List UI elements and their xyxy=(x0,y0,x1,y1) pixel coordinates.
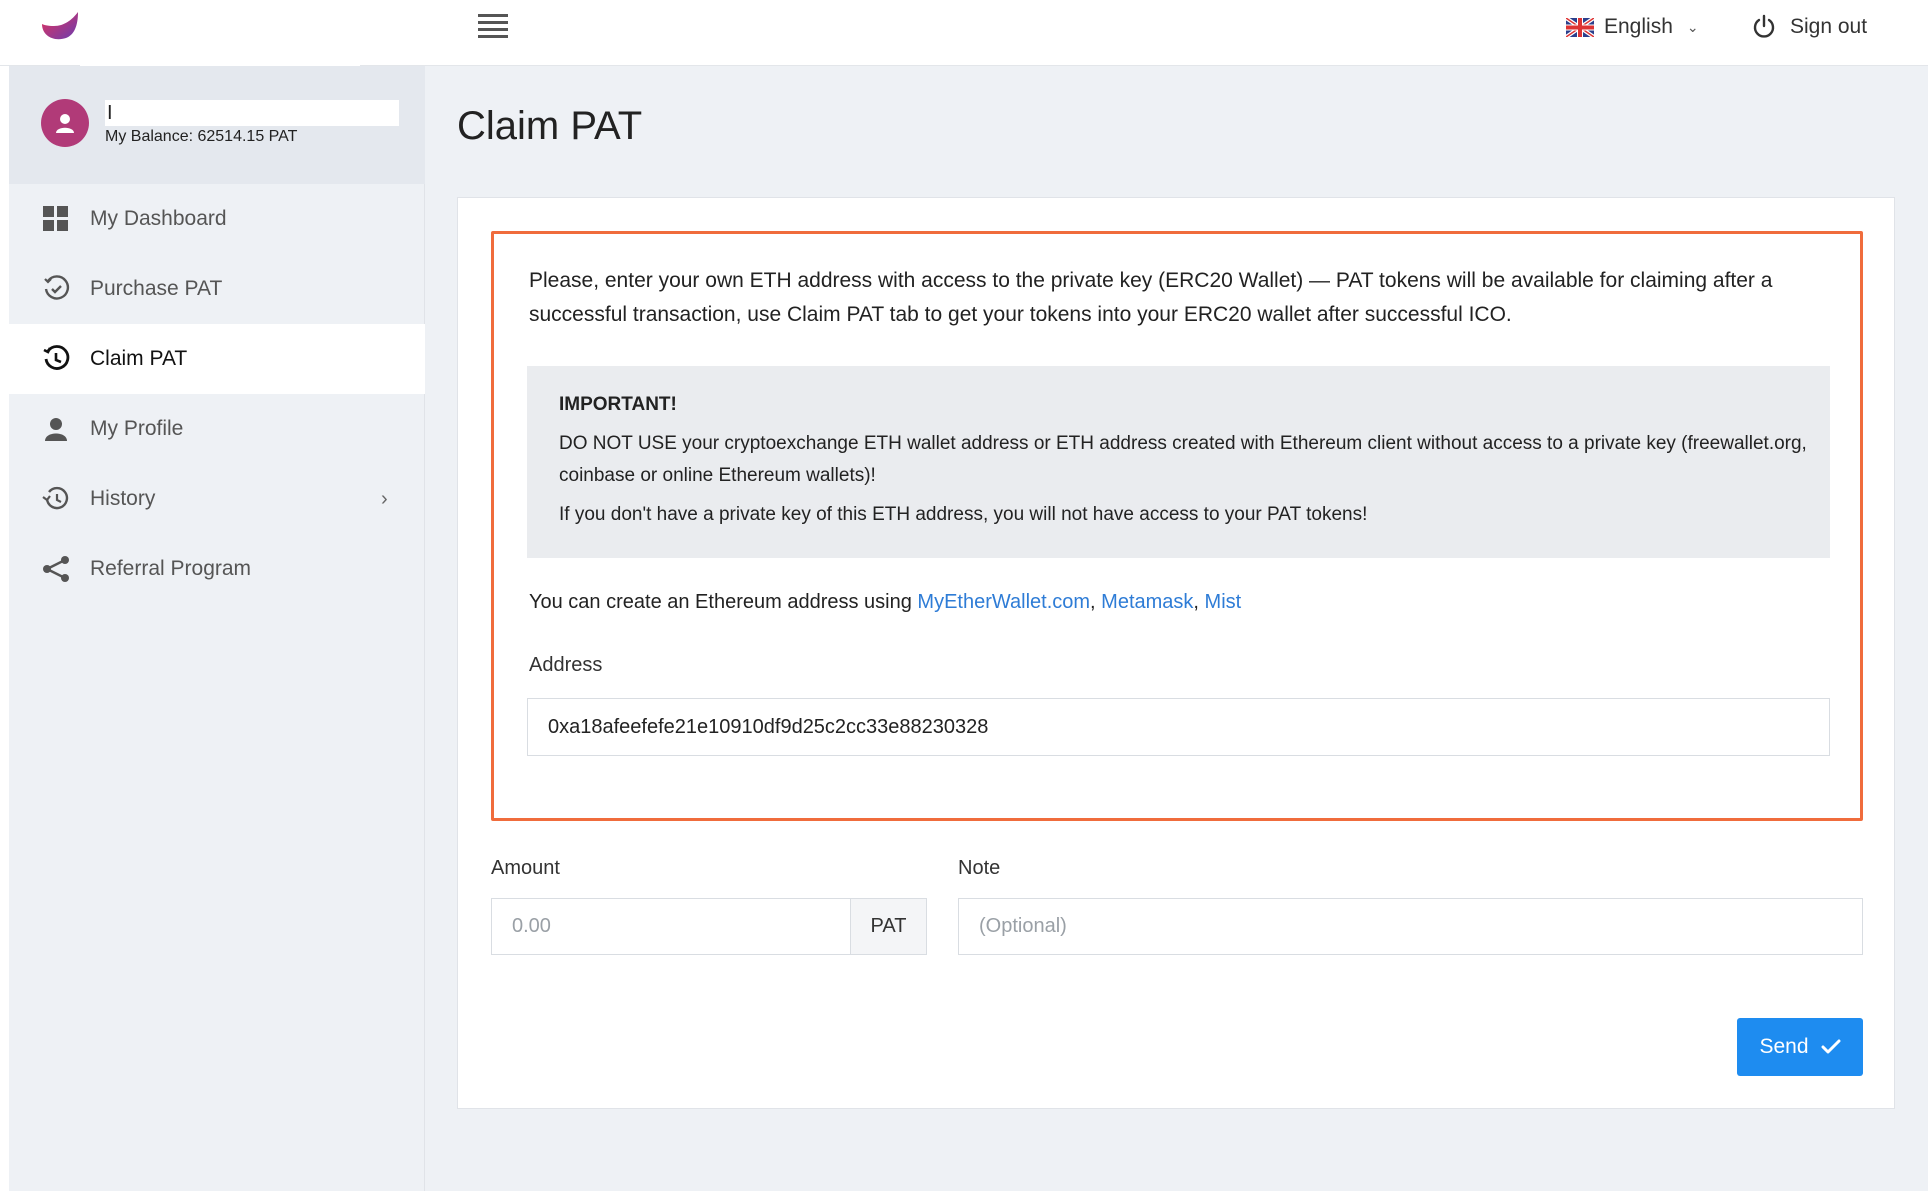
link-separator: , xyxy=(1193,591,1205,613)
link-separator: , xyxy=(1090,591,1102,613)
send-button[interactable]: Send xyxy=(1737,1018,1863,1076)
sidebar-item-profile[interactable]: My Profile xyxy=(9,394,425,464)
user-block: I My Balance: 62514.15 PAT xyxy=(9,66,425,184)
language-label: English xyxy=(1604,15,1673,38)
sign-out-label: Sign out xyxy=(1790,15,1868,38)
dashboard-grid-icon xyxy=(41,204,71,234)
avatar[interactable] xyxy=(41,99,89,147)
sidebar-item-purchase[interactable]: Purchase PAT xyxy=(9,254,425,324)
sidebar-item-label: History xyxy=(90,487,156,510)
sidebar-item-claim[interactable]: Claim PAT xyxy=(9,324,425,394)
user-avatar-icon xyxy=(56,114,74,133)
sidebar-item-label: Claim PAT xyxy=(90,347,188,370)
create-address-prefix: You can create an Ethereum address using xyxy=(529,591,918,613)
purchase-clock-icon xyxy=(41,274,71,304)
create-address-line: You can create an Ethereum address using… xyxy=(529,591,1241,614)
send-label: Send xyxy=(1759,1035,1809,1058)
sidebar-item-label: Purchase PAT xyxy=(90,277,223,300)
note-label: Note xyxy=(958,857,1001,879)
sidebar: I My Balance: 62514.15 PAT My Dashboard … xyxy=(9,66,425,1191)
chevron-down-icon: ⌄ xyxy=(1686,18,1699,35)
amount-input[interactable] xyxy=(491,898,850,955)
notice-text: Please, enter your own ETH address with … xyxy=(529,269,1773,326)
amount-unit-addon: PAT xyxy=(850,898,927,955)
sidebar-item-dashboard[interactable]: My Dashboard xyxy=(9,184,425,254)
balance-text: My Balance: 62514.15 PAT xyxy=(105,128,298,145)
warning-notice: Please, enter your own ETH address with … xyxy=(491,231,1863,821)
share-icon xyxy=(41,554,71,584)
important-box: IMPORTANT! DO NOT USE your cryptoexchang… xyxy=(527,366,1830,558)
address-label: Address xyxy=(529,654,603,676)
mist-link[interactable]: Mist xyxy=(1205,591,1242,613)
sidebar-item-referral[interactable]: Referral Program xyxy=(9,534,425,604)
brand-logo-icon[interactable] xyxy=(40,10,80,44)
redacted-username xyxy=(105,100,399,126)
history-icon xyxy=(41,484,71,514)
page-title: Claim PAT xyxy=(457,104,643,148)
sidebar-item-label: Referral Program xyxy=(90,557,252,580)
top-header: English ⌄ Sign out xyxy=(0,0,1928,70)
myetherwallet-link[interactable]: MyEtherWallet.com xyxy=(917,591,1090,613)
sidebar-item-label: My Dashboard xyxy=(90,207,227,230)
claim-history-icon xyxy=(41,344,71,374)
username-initial: I xyxy=(107,102,113,124)
important-title: IMPORTANT! xyxy=(559,394,677,415)
address-input[interactable] xyxy=(527,698,1830,756)
user-icon xyxy=(41,414,71,444)
uk-flag-icon xyxy=(1566,17,1594,37)
sidebar-item-history[interactable]: History › xyxy=(9,464,425,534)
note-input[interactable] xyxy=(958,898,1863,955)
sign-out-button[interactable]: Sign out xyxy=(1752,12,1867,42)
sidebar-item-label: My Profile xyxy=(90,417,184,440)
important-warning-text: DO NOT USE your cryptoexchange ETH walle… xyxy=(559,433,1807,486)
menu-toggle-icon[interactable] xyxy=(478,14,508,40)
checkmark-icon xyxy=(1821,1039,1841,1054)
chevron-right-icon: › xyxy=(381,487,388,510)
power-icon xyxy=(1753,14,1775,38)
amount-label: Amount xyxy=(491,857,560,879)
metamask-link[interactable]: Metamask xyxy=(1101,591,1193,613)
important-private-key-text: If you don't have a private key of this … xyxy=(559,504,1368,525)
language-selector[interactable]: English ⌄ xyxy=(1566,12,1699,42)
redacted-brand-name xyxy=(80,0,360,70)
